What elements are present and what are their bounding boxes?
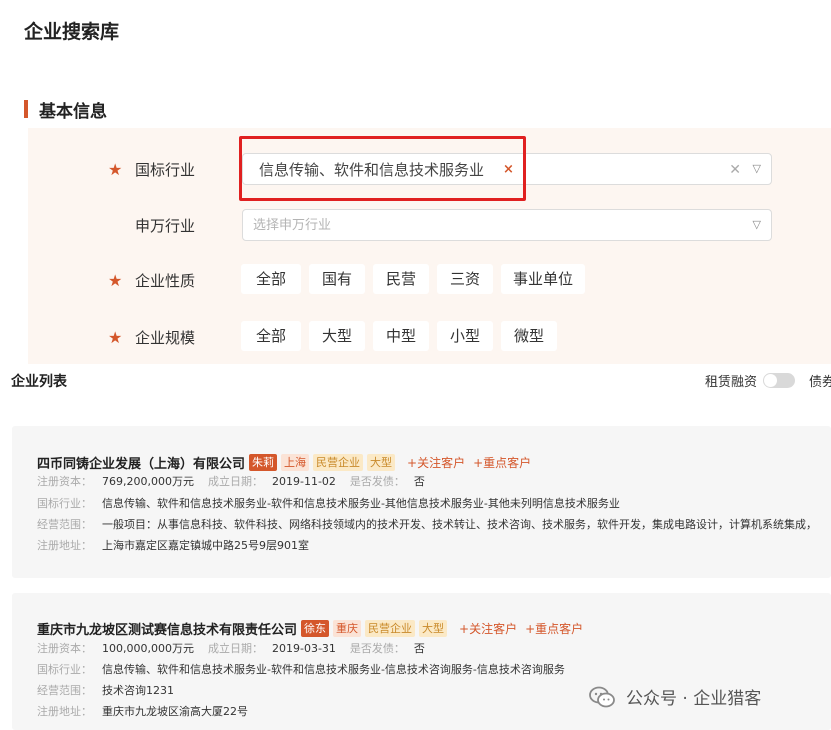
region-tag: 重庆 [333, 620, 362, 637]
info-row-address: 注册地址： 重庆市九龙坡区渝高大厦22号 [37, 704, 248, 720]
info-row-scope: 经营范围： 一般项目：从事信息科技、软件科技、网络科技领域内的技术开发、技术转让、… [37, 517, 817, 533]
leasing-toggle[interactable] [763, 373, 795, 388]
key-customer-button[interactable]: +重点客户 [525, 620, 583, 637]
nature-option-all[interactable]: 全部 [241, 264, 301, 294]
page-title: 企业搜索库 [24, 21, 120, 43]
follow-customer-button[interactable]: +关注客户 [459, 620, 517, 637]
founded-label: 成立日期： [207, 642, 263, 655]
founded-label: 成立日期： [207, 475, 263, 488]
wechat-icon [589, 686, 615, 707]
company-name-row: 重庆市九龙坡区测试赛信息技术有限责任公司 徐东 重庆 民营企业 大型 +关注客户… [37, 619, 583, 638]
owner-tag: 朱莉 [249, 454, 278, 471]
info-row-scope: 经营范围： 技术咨询1231 [37, 683, 174, 699]
scope-value: 一般项目：从事信息科技、软件科技、网络科技领域内的技术开发、技术转让、技术咨询、… [102, 518, 817, 531]
section-basic-info: 基本信息 [24, 98, 107, 122]
nature-option-state[interactable]: 国有 [309, 264, 365, 294]
required-star-icon: ★ [108, 271, 123, 290]
info-row-capital: 注册资本： 100,000,000万元 成立日期： 2019-03-31 是否发债： 否 [37, 641, 425, 657]
company-name-row: 四币同铸企业发展（上海）有限公司 朱莉 上海 民营企业 大型 +关注客户 +重点… [37, 453, 531, 472]
industry-label: 国标行业： [37, 497, 92, 510]
region-tag: 上海 [281, 454, 310, 471]
type-tag: 民营企业 [313, 454, 364, 471]
company-name[interactable]: 四币同铸企业发展（上海）有限公司 [37, 453, 245, 472]
filter-row-sw-industry: 申万行业 选择申万行业 ▽ [28, 209, 831, 243]
scale-options: 全部 大型 中型 小型 微型 [241, 321, 565, 351]
industry-label: 国标行业： [37, 663, 92, 676]
industry-label: 国标行业 [135, 161, 196, 179]
nature-option-foreign[interactable]: 三资 [437, 264, 493, 294]
company-card[interactable]: 四币同铸企业发展（上海）有限公司 朱莉 上海 民营企业 大型 +关注客户 +重点… [12, 426, 831, 578]
address-value: 上海市嘉定区嘉定镇城中路25号9层901室 [102, 539, 309, 552]
info-row-industry: 国标行业： 信息传输、软件和信息技术服务业-软件和信息技术服务业-其他信息技术服务… [37, 496, 620, 512]
nature-option-public-institution[interactable]: 事业单位 [501, 264, 585, 294]
nature-options: 全部 国有 民营 三资 事业单位 [241, 264, 593, 294]
sw-industry-select[interactable]: 选择申万行业 ▽ [242, 209, 772, 241]
owner-tag: 徐东 [301, 620, 330, 637]
capital-label: 注册资本： [37, 475, 92, 488]
info-row-capital: 注册资本： 769,200,000万元 成立日期： 2019-11-02 是否发债： 否 [37, 474, 425, 490]
bond-toggle-clip: 债券 [809, 371, 831, 390]
scale-option-large[interactable]: 大型 [309, 321, 365, 351]
scope-label: 经营范围： [37, 518, 92, 531]
nature-label: 企业性质 [135, 272, 196, 290]
address-label: 注册地址： [37, 539, 92, 552]
company-name[interactable]: 重庆市九龙坡区测试赛信息技术有限责任公司 [37, 619, 297, 638]
filter-row-scale: ★ 企业规模 全部 大型 中型 小型 微型 [28, 321, 831, 355]
section-title-text: 基本信息 [39, 101, 107, 122]
address-value: 重庆市九龙坡区渝高大厦22号 [102, 705, 248, 718]
scale-option-small[interactable]: 小型 [437, 321, 493, 351]
bond-value: 否 [413, 475, 425, 488]
bond-toggle-label: 债券 [809, 375, 831, 390]
list-title: 企业列表 [11, 374, 67, 390]
bond-label: 是否发债： [349, 475, 405, 488]
capital-label: 注册资本： [37, 642, 92, 655]
leasing-toggle-label: 租赁融资 [704, 375, 757, 390]
chevron-down-icon[interactable]: ▽ [753, 215, 761, 235]
nature-option-private[interactable]: 民营 [373, 264, 429, 294]
filter-row-nature: ★ 企业性质 全部 国有 民营 三资 事业单位 [28, 264, 831, 298]
section-marker [24, 100, 28, 118]
founded-value: 2019-11-02 [271, 475, 336, 488]
bond-value: 否 [413, 642, 425, 655]
scale-option-micro[interactable]: 微型 [501, 321, 557, 351]
industry-value: 信息传输、软件和信息技术服务业-软件和信息技术服务业-其他信息技术服务业-其他未… [102, 497, 620, 510]
scale-label: 企业规模 [135, 329, 196, 347]
chevron-down-icon[interactable]: ▽ [753, 159, 761, 179]
highlight-annotation-box [239, 136, 526, 201]
sw-industry-placeholder: 选择申万行业 [253, 218, 332, 233]
scale-tag: 大型 [367, 454, 396, 471]
list-tools: 租赁融资 债券 [705, 371, 831, 390]
watermark-text: 公众号 · 企业猎客 [626, 689, 762, 709]
scale-option-medium[interactable]: 中型 [373, 321, 429, 351]
watermark: 公众号 · 企业猎客 [588, 684, 761, 709]
sw-industry-label: 申万行业 [135, 217, 196, 235]
company-card[interactable]: 重庆市九龙坡区测试赛信息技术有限责任公司 徐东 重庆 民营企业 大型 +关注客户… [12, 593, 831, 730]
type-tag: 民营企业 [365, 620, 416, 637]
capital-value: 769,200,000万元 [102, 475, 194, 488]
info-row-address: 注册地址： 上海市嘉定区嘉定镇城中路25号9层901室 [37, 538, 309, 554]
follow-customer-button[interactable]: +关注客户 [407, 454, 465, 471]
founded-value: 2019-03-31 [271, 642, 336, 655]
scale-tag: 大型 [419, 620, 448, 637]
required-star-icon: ★ [108, 160, 123, 179]
bond-label: 是否发债： [349, 642, 405, 655]
scale-option-all[interactable]: 全部 [241, 321, 301, 351]
address-label: 注册地址： [37, 705, 92, 718]
capital-value: 100,000,000万元 [102, 642, 194, 655]
industry-value: 信息传输、软件和信息技术服务业-软件和信息技术服务业-信息技术咨询服务-信息技术… [102, 663, 565, 676]
toggle-knob [764, 374, 777, 387]
required-star-icon: ★ [108, 328, 123, 347]
key-customer-button[interactable]: +重点客户 [473, 454, 531, 471]
clear-icon[interactable]: ✕ [729, 160, 741, 180]
info-row-industry: 国标行业： 信息传输、软件和信息技术服务业-软件和信息技术服务业-信息技术咨询服务… [37, 662, 565, 678]
scope-label: 经营范围： [37, 684, 92, 697]
scope-value: 技术咨询1231 [102, 684, 174, 697]
